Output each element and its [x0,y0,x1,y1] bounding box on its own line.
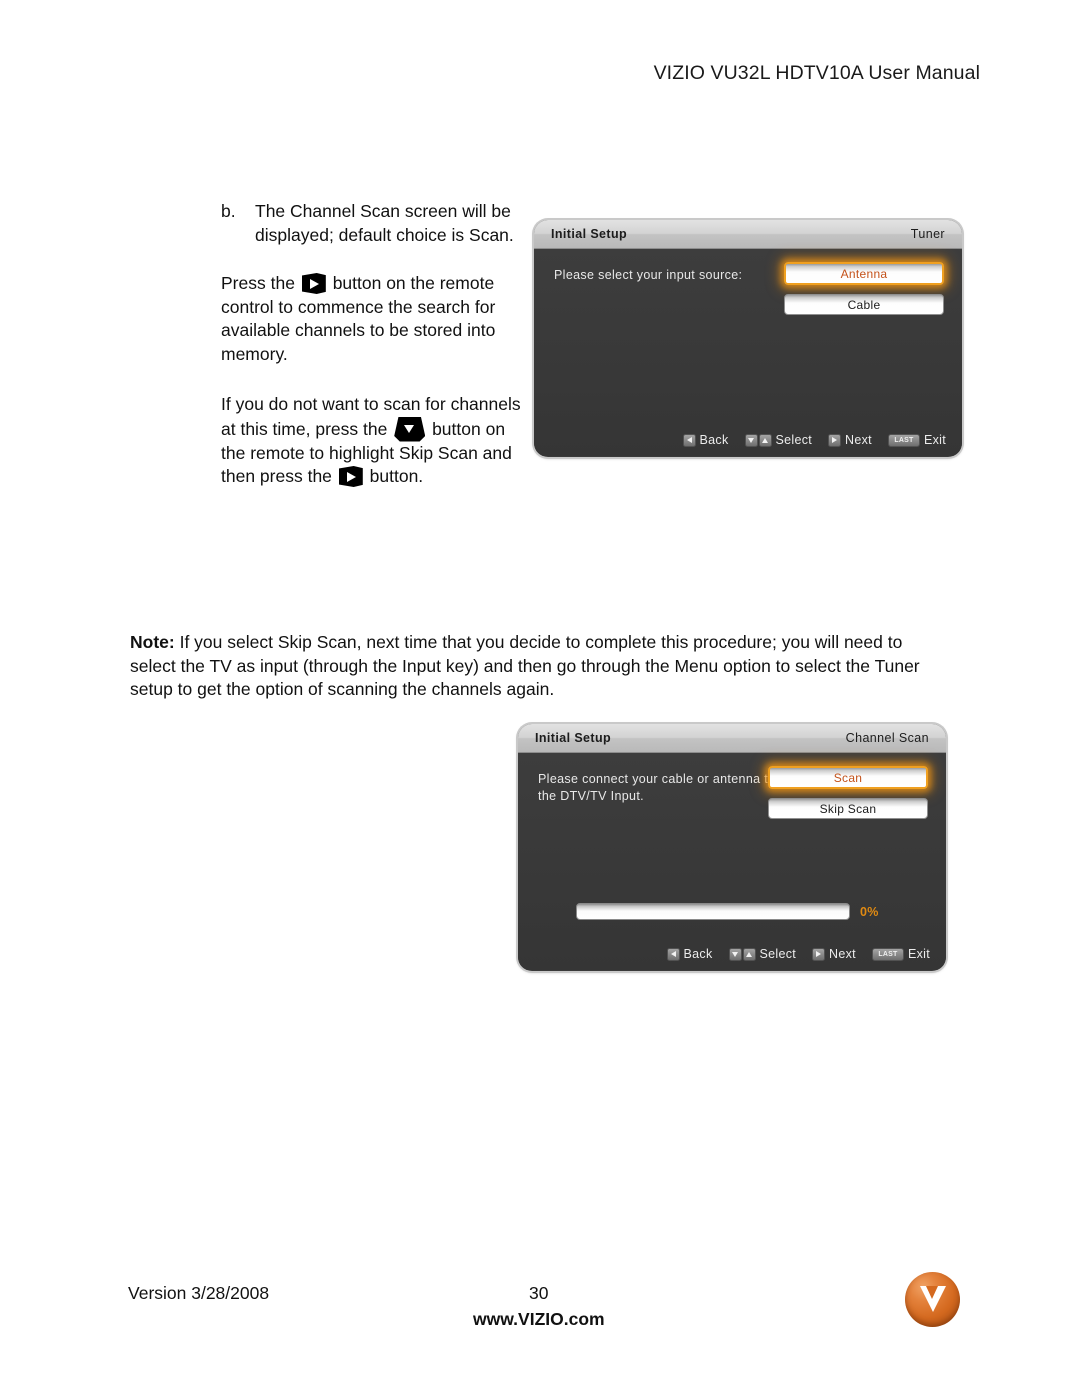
instruction-paragraph-press-right: Press the button on the remote control t… [221,272,521,366]
arrow-left-icon [666,947,680,961]
paragraph3-text-after: button. [369,466,424,486]
note-text: If you select Skip Scan, next time that … [130,632,920,699]
osd-option-scan[interactable]: Scan [768,766,928,789]
instruction-paragraph-skip-scan: If you do not want to scan for channels … [221,393,521,489]
vizio-v-glyph [919,1285,946,1312]
note-label: Note: [130,632,175,652]
down-arrow-key-icon [394,416,426,442]
instruction-step-b: b. The Channel Scan screen will be displ… [221,200,521,247]
arrow-down-icon [744,433,758,447]
osd-option-skip-scan[interactable]: Skip Scan [768,798,928,819]
osd-nav-next[interactable]: Next [828,433,872,447]
osd-tuner-options: Antenna Cable [784,262,944,315]
osd-option-cable[interactable]: Cable [784,294,944,315]
page-header-title: VIZIO VU32L HDTV10A User Manual [653,62,980,84]
arrow-down-icon [728,947,742,961]
arrow-right-icon [812,947,826,961]
osd-tuner-prompt: Please select your input source: [554,268,743,282]
footer-page-number: 30 [529,1283,549,1303]
progress-bar-track [576,903,850,920]
arrow-up-icon [758,433,772,447]
footer-version: Version 3/28/2008 [128,1283,270,1303]
osd-tuner-body: Please select your input source: Antenna… [534,249,962,456]
osd-scan-navbar: Back Select Next LAST Exit [666,947,931,961]
osd-nav-select[interactable]: Select [744,433,813,447]
osd-nav-back-label: Back [699,433,729,447]
osd-tuner-navbar: Back Select Next LAST Exit [682,433,947,447]
osd-scan-nav-next-label: Next [829,947,856,961]
osd-nav-select-label: Select [775,433,813,447]
vizio-logo-icon [905,1272,960,1327]
osd-scan-nav-exit-label: Exit [907,947,930,961]
note-block: Note: If you select Skip Scan, next time… [130,631,935,702]
osd-scan-titlebar: Initial Setup Channel Scan [518,724,946,753]
progress-bar-label: 0% [860,904,879,919]
osd-scan-nav-exit[interactable]: LAST Exit [871,947,930,961]
osd-scan-body: Please connect your cable or antenna to … [518,753,946,970]
osd-scan-section: Channel Scan [845,731,929,745]
osd-nav-exit-label: Exit [923,433,946,447]
osd-scan-options: Scan Skip Scan [768,766,928,819]
last-key-icon: LAST [871,947,904,961]
step-text: The Channel Scan screen will be displaye… [255,201,514,245]
osd-scan-title: Initial Setup [535,731,612,745]
osd-scan-nav-back[interactable]: Back [666,947,713,961]
osd-scan-nav-back-label: Back [683,947,713,961]
step-marker: b. [221,201,236,221]
osd-tuner-title: Initial Setup [551,227,628,241]
osd-tuner-section: Tuner [910,227,945,241]
osd-scan-prompt: Please connect your cable or antenna to … [538,772,776,803]
osd-scan-nav-select-label: Select [759,947,797,961]
osd-nav-next-label: Next [845,433,872,447]
right-arrow-key-icon-2 [338,466,363,487]
arrow-left-icon [682,433,696,447]
osd-tuner-titlebar: Initial Setup Tuner [534,220,962,249]
osd-dialog-channel-scan: Initial Setup Channel Scan Please connec… [518,724,946,971]
arrow-right-icon [828,433,842,447]
instructions-column: b. The Channel Scan screen will be displ… [221,200,521,489]
arrow-up-icon [742,947,756,961]
paragraph2-text-before: Press the [221,273,295,293]
footer-website: www.VIZIO.com [473,1309,605,1329]
osd-dialog-tuner: Initial Setup Tuner Please select your i… [534,220,962,457]
osd-option-antenna[interactable]: Antenna [784,262,944,285]
right-arrow-key-icon [301,273,326,294]
osd-scan-progress: 0% [576,903,879,920]
osd-scan-nav-next[interactable]: Next [812,947,856,961]
osd-scan-nav-select[interactable]: Select [728,947,797,961]
last-key-icon: LAST [887,433,920,447]
osd-nav-exit[interactable]: LAST Exit [887,433,946,447]
osd-nav-back[interactable]: Back [682,433,729,447]
